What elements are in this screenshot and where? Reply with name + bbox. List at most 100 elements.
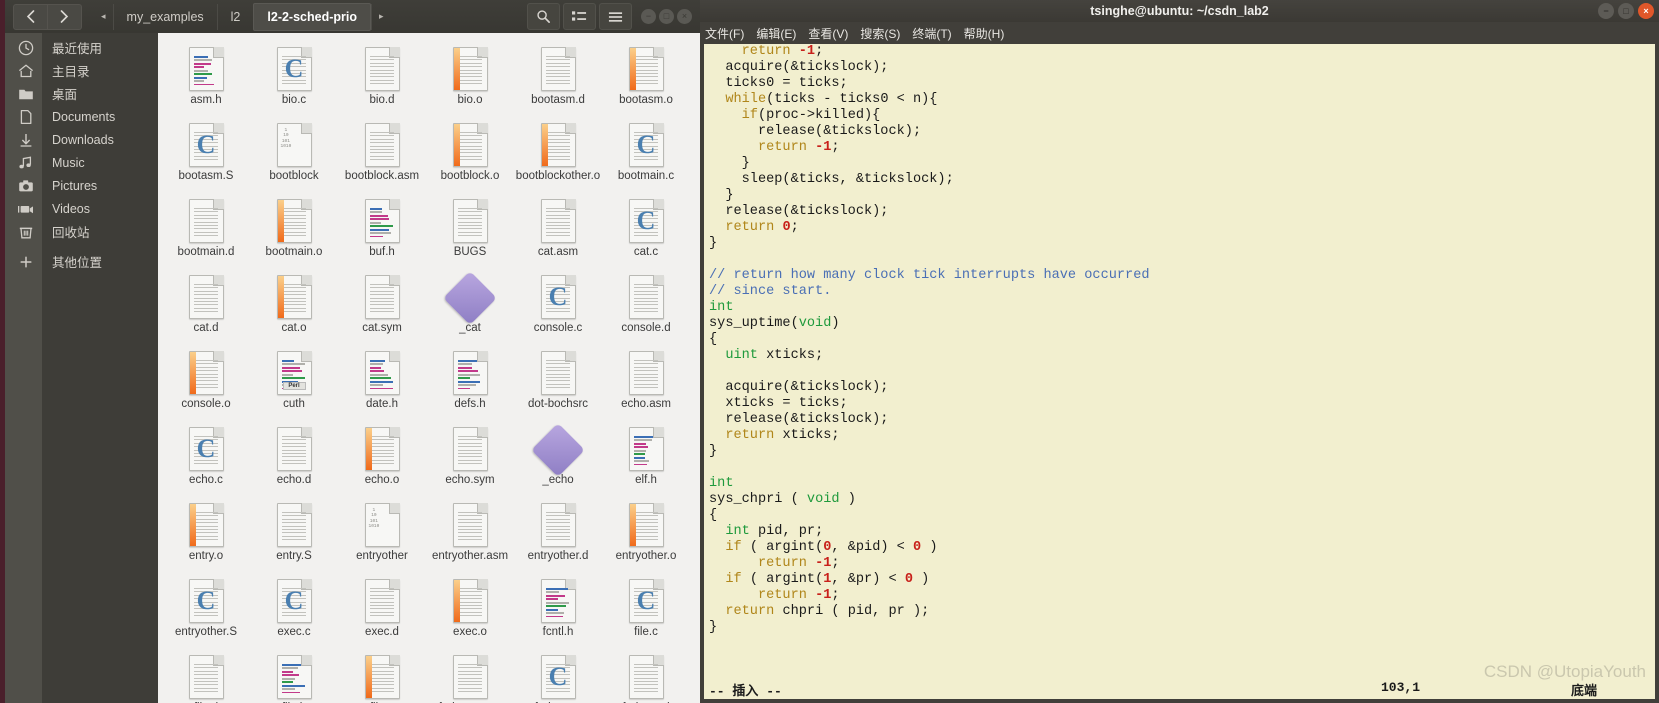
file-item[interactable]: Cbio.c — [250, 39, 338, 107]
file-item[interactable]: buf.h — [338, 191, 426, 259]
terminal-maximize-button[interactable]: □ — [1618, 3, 1634, 19]
file-item[interactable]: Cforktest.c — [514, 647, 602, 703]
file-item[interactable]: Cfile.c — [602, 571, 690, 639]
file-item[interactable]: bootblock.asm — [338, 115, 426, 183]
menu-search[interactable]: 搜索(S) — [860, 25, 900, 42]
view-toggle-button[interactable] — [563, 3, 596, 30]
file-item[interactable]: entryother.asm — [426, 495, 514, 563]
file-item[interactable]: entry.o — [162, 495, 250, 563]
file-item[interactable]: bootasm.d — [514, 39, 602, 107]
file-item[interactable]: echo.d — [250, 419, 338, 487]
plus-icon — [5, 250, 47, 273]
file-name-label: fcntl.h — [514, 626, 602, 639]
sidebar-item-Music[interactable]: Music — [5, 151, 163, 174]
file-item[interactable]: forktest.asm — [426, 647, 514, 703]
sidebar-item-最近使用[interactable]: 最近使用 — [5, 36, 163, 59]
sidebar-item-label: Music — [52, 151, 85, 174]
sidebar-item-桌面[interactable]: 桌面 — [5, 82, 163, 105]
breadcrumb-item-current[interactable]: l2-2-sched-prio — [253, 3, 371, 31]
sidebar-item-回收站[interactable]: 回收站 — [5, 220, 163, 243]
file-item[interactable]: Cexec.c — [250, 571, 338, 639]
file-item[interactable]: Centryother.S — [162, 571, 250, 639]
file-item[interactable]: 1 10 101 1010 entryother — [338, 495, 426, 563]
file-item[interactable]: Cbootasm.S — [162, 115, 250, 183]
file-item[interactable]: echo.sym — [426, 419, 514, 487]
file-item[interactable]: Cecho.c — [162, 419, 250, 487]
breadcrumb-overflow-left[interactable]: ◂ — [94, 4, 113, 30]
file-item[interactable]: console.o — [162, 343, 250, 411]
file-name-label: echo.d — [250, 474, 338, 487]
file-item[interactable]: 1 10 101 1010 bootblock — [250, 115, 338, 183]
file-type-icon — [514, 39, 602, 91]
vim-scroll-location: 底端 — [1571, 680, 1597, 699]
file-item[interactable]: fcntl.h — [514, 571, 602, 639]
file-item[interactable]: bootmain.d — [162, 191, 250, 259]
file-item[interactable]: exec.d — [338, 571, 426, 639]
file-item[interactable]: forktest.d — [602, 647, 690, 703]
file-item[interactable]: date.h — [338, 343, 426, 411]
file-name-label: dot-bochsrc — [514, 398, 602, 411]
file-item[interactable]: elf.h — [602, 419, 690, 487]
file-item[interactable]: cat.o — [250, 267, 338, 335]
vim-editor-area[interactable]: return -1; acquire(&tickslock); ticks0 =… — [704, 44, 1655, 699]
file-item[interactable]: _echo — [514, 419, 602, 487]
sidebar-item-Videos[interactable]: Videos — [5, 197, 163, 220]
file-item[interactable]: cat.sym — [338, 267, 426, 335]
file-type-icon — [162, 191, 250, 243]
file-item[interactable]: entryother.o — [602, 495, 690, 563]
file-item[interactable]: echo.o — [338, 419, 426, 487]
sidebar-item-Documents[interactable]: Documents — [5, 105, 163, 128]
sidebar-item-Downloads[interactable]: Downloads — [5, 128, 163, 151]
file-list-pane[interactable]: asm.h Cbio.c bio.d bio.o bootasm.d bootasm.o C… — [158, 33, 700, 703]
file-item[interactable]: file.o — [338, 647, 426, 703]
file-item[interactable]: defs.h — [426, 343, 514, 411]
menu-file[interactable]: 文件(F) — [705, 25, 744, 42]
sidebar-item-其他位置[interactable]: 其他位置 — [5, 250, 163, 273]
file-item[interactable]: bootmain.o — [250, 191, 338, 259]
menu-view[interactable]: 查看(V) — [808, 25, 848, 42]
file-name-label: echo.c — [162, 474, 250, 487]
menu-edit[interactable]: 编辑(E) — [756, 25, 796, 42]
file-item[interactable]: Ccat.c — [602, 191, 690, 259]
menu-help[interactable]: 帮助(H) — [964, 25, 1005, 42]
file-item[interactable]: bootasm.o — [602, 39, 690, 107]
file-item[interactable]: bio.o — [426, 39, 514, 107]
breadcrumb-overflow-right[interactable]: ▸ — [371, 4, 391, 30]
file-type-icon — [250, 419, 338, 471]
file-item[interactable]: _cat — [426, 267, 514, 335]
file-item[interactable]: entry.S — [250, 495, 338, 563]
back-button[interactable] — [13, 4, 48, 30]
breadcrumb-item-my_examples[interactable]: my_examples — [113, 4, 217, 30]
file-item[interactable]: bootblock.o — [426, 115, 514, 183]
folder-icon — [5, 82, 47, 105]
forward-button[interactable] — [48, 4, 82, 30]
file-item[interactable]: Cbootmain.c — [602, 115, 690, 183]
file-item[interactable]: file.d — [162, 647, 250, 703]
search-button[interactable] — [527, 3, 560, 30]
file-item[interactable]: dot-bochsrc — [514, 343, 602, 411]
file-item[interactable]: Cconsole.c — [514, 267, 602, 335]
file-item[interactable]: bootblockother.o — [514, 115, 602, 183]
file-type-icon — [338, 115, 426, 167]
file-item[interactable]: entryother.d — [514, 495, 602, 563]
file-item[interactable]: exec.o — [426, 571, 514, 639]
file-item[interactable]: file.h — [250, 647, 338, 703]
file-item[interactable]: cat.asm — [514, 191, 602, 259]
file-item[interactable]: BUGS — [426, 191, 514, 259]
fm-close-button[interactable]: × — [677, 9, 692, 24]
terminal-minimize-button[interactable]: − — [1598, 3, 1614, 19]
file-item[interactable]: cat.d — [162, 267, 250, 335]
fm-minimize-button[interactable]: − — [641, 9, 656, 24]
breadcrumb-item-l2[interactable]: l2 — [217, 4, 254, 30]
file-item[interactable]: console.d — [602, 267, 690, 335]
sidebar-item-主目录[interactable]: 主目录 — [5, 59, 163, 82]
menu-button[interactable] — [599, 3, 632, 30]
file-item[interactable]: Perl cuth — [250, 343, 338, 411]
file-item[interactable]: echo.asm — [602, 343, 690, 411]
file-item[interactable]: asm.h — [162, 39, 250, 107]
fm-maximize-button[interactable]: □ — [659, 9, 674, 24]
menu-terminal[interactable]: 终端(T) — [912, 25, 951, 42]
file-item[interactable]: bio.d — [338, 39, 426, 107]
sidebar-item-Pictures[interactable]: Pictures — [5, 174, 163, 197]
terminal-close-button[interactable]: × — [1638, 3, 1654, 19]
